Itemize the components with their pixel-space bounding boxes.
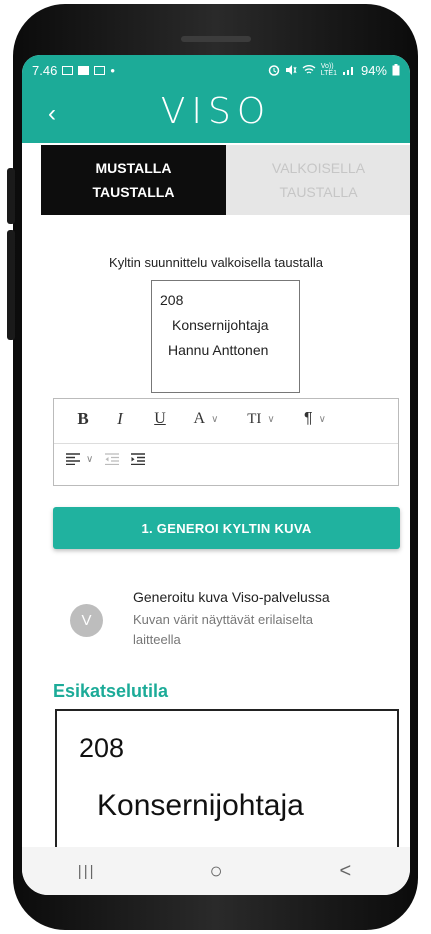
paragraph-dropdown[interactable]: ¶ ∨ bbox=[290, 410, 340, 428]
outdent-button[interactable] bbox=[105, 453, 120, 465]
sign-text-editor[interactable]: 208 Konsernijohtaja Hannu Anttonen bbox=[151, 280, 300, 393]
preview-line-number: 208 bbox=[79, 733, 125, 763]
recents-button[interactable]: ||| bbox=[57, 851, 117, 891]
phone-screen: 7.46 • Vo)) LTE1 94% ‹ VISO MUSTALLA TAU… bbox=[22, 55, 410, 895]
outdent-icon bbox=[105, 453, 120, 465]
font-color-dropdown[interactable]: A ∨ bbox=[180, 410, 232, 428]
back-icon: < bbox=[339, 859, 352, 882]
recents-icon: ||| bbox=[77, 862, 96, 880]
indent-button[interactable] bbox=[131, 453, 146, 465]
tab-white-background[interactable]: VALKOISELLA TAUSTALLA bbox=[226, 145, 410, 215]
android-nav-bar: ||| ○ < bbox=[22, 847, 410, 895]
avatar: V bbox=[70, 604, 103, 637]
chevron-down-icon: ∨ bbox=[267, 413, 275, 425]
sign-line-number: 208 bbox=[160, 292, 184, 308]
app-bar: ‹ VISO bbox=[22, 85, 410, 143]
bold-button[interactable]: B bbox=[66, 409, 100, 429]
font-size-dropdown[interactable]: TI ∨ bbox=[232, 411, 290, 428]
paragraph-icon: ¶ bbox=[304, 410, 313, 427]
sign-line-name: Hannu Anttonen bbox=[168, 342, 269, 358]
toolbar-row-text: B I U A ∨ TI ∨ ¶ ∨ bbox=[66, 409, 340, 429]
preview-line-title: Konsernijohtaja bbox=[97, 789, 304, 822]
generate-sign-image-button[interactable]: 1. GENEROI KYLTIN KUVA bbox=[53, 507, 400, 549]
preview-heading: Esikatselutila bbox=[53, 681, 169, 701]
tab-label-line1: MUSTALLA bbox=[95, 160, 172, 176]
chevron-down-icon: ∨ bbox=[318, 413, 326, 425]
generated-image-note: Kuvan värit näyttävät erilaiselta laitte… bbox=[133, 612, 313, 647]
align-left-icon bbox=[66, 453, 80, 465]
earpiece-speaker bbox=[181, 36, 251, 42]
status-time: 7.46 bbox=[32, 62, 58, 78]
tab-black-background[interactable]: MUSTALLA TAUSTALLA bbox=[41, 145, 226, 215]
toolbar-row-align: ∨ bbox=[66, 453, 146, 465]
formatting-toolbar: B I U A ∨ TI ∨ ¶ ∨ ∨ bbox=[53, 398, 399, 486]
mute-icon bbox=[285, 65, 297, 75]
underline-button[interactable]: U bbox=[140, 410, 180, 428]
generated-image-title: Generoitu kuva Viso-palvelussa bbox=[133, 589, 330, 605]
font-color-icon: A bbox=[193, 410, 206, 427]
battery-icon bbox=[392, 64, 400, 76]
gallery-notification-icon bbox=[62, 65, 74, 75]
indent-icon bbox=[131, 453, 146, 465]
tab-label-line1: VALKOISELLA bbox=[271, 160, 366, 176]
background-tabs: MUSTALLA TAUSTALLA VALKOISELLA TAUSTALLA bbox=[41, 145, 410, 215]
bixby-button bbox=[7, 230, 15, 340]
home-button[interactable]: ○ bbox=[186, 851, 246, 891]
toolbar-divider bbox=[54, 443, 398, 444]
tab-label-line2: TAUSTALLA bbox=[279, 184, 358, 200]
align-dropdown[interactable]: ∨ bbox=[66, 453, 93, 465]
tab-label-line2: TAUSTALLA bbox=[92, 184, 175, 200]
message-notification-icon bbox=[78, 65, 90, 75]
email-notification-icon bbox=[94, 65, 106, 75]
battery-percent: 94% bbox=[360, 62, 387, 78]
volume-button bbox=[7, 168, 15, 224]
alarm-icon bbox=[268, 65, 279, 76]
status-bar: 7.46 • Vo)) LTE1 94% bbox=[22, 55, 410, 85]
italic-button[interactable]: I bbox=[100, 409, 140, 429]
chevron-down-icon: ∨ bbox=[86, 453, 94, 465]
design-heading: Kyltin suunnittelu valkoisella taustalla bbox=[109, 255, 323, 270]
signal-icon bbox=[342, 67, 353, 75]
sign-line-title: Konsernijohtaja bbox=[172, 317, 269, 333]
volte-lte-indicator: Vo)) LTE1 bbox=[320, 63, 337, 77]
nav-back-button[interactable]: < bbox=[315, 851, 375, 891]
home-icon: ○ bbox=[209, 858, 223, 883]
wifi-icon bbox=[302, 65, 316, 74]
font-size-icon: TI bbox=[247, 410, 262, 427]
more-notifications-dot: • bbox=[110, 62, 115, 78]
chevron-down-icon: ∨ bbox=[211, 413, 219, 425]
sign-preview: 208 Konsernijohtaja bbox=[55, 709, 399, 859]
app-title: VISO bbox=[160, 91, 272, 132]
